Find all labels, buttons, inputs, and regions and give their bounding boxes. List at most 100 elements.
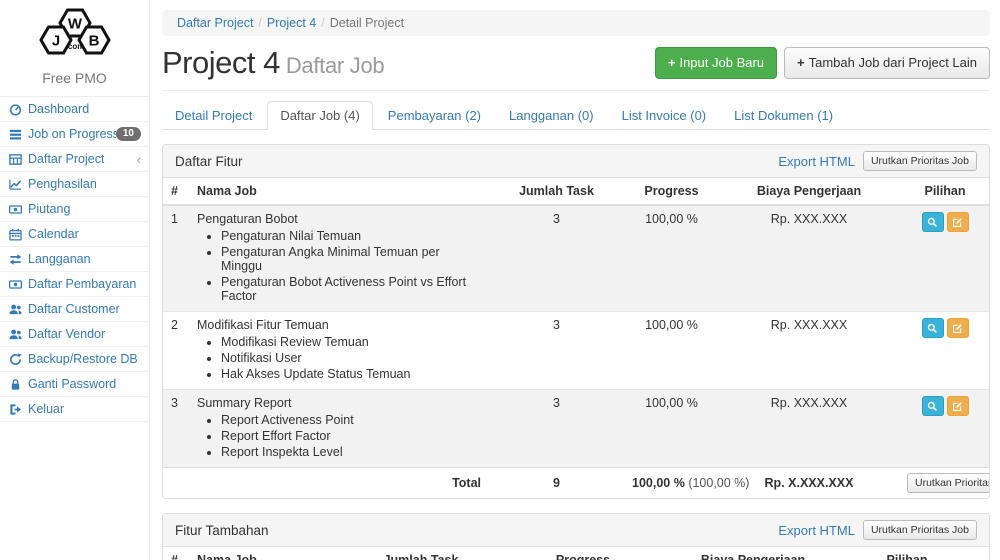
jwb-logo: W J B .com — [0, 0, 149, 64]
subtask-item: Hak Akses Update Status Temuan — [221, 367, 481, 381]
sidebar-item-label: Penghasilan — [28, 177, 97, 191]
sidebar-item-job-on-progress[interactable]: Job on Progress 10 — [0, 122, 149, 147]
jumlah-task-cell: 3 — [489, 390, 624, 468]
tambah-job-dari-project-lain-button[interactable]: +Tambah Job dari Project Lain — [784, 47, 990, 79]
view-job-button[interactable] — [922, 318, 944, 338]
sidebar-item-keluar[interactable]: Keluar — [0, 397, 149, 422]
dashboard-icon — [7, 102, 23, 116]
export-html-link[interactable]: Export HTML — [778, 523, 855, 538]
svg-text:B: B — [88, 33, 99, 50]
edit-job-button[interactable] — [947, 396, 969, 416]
sidebar-item-backup-restore-db[interactable]: Backup/Restore DB — [0, 347, 149, 372]
tab-pembayaran[interactable]: Pembayaran (2) — [375, 101, 494, 130]
sidebar-item-label: Daftar Project — [28, 152, 104, 166]
progress-cell: 100,00 % — [624, 390, 719, 468]
money-icon — [7, 202, 23, 216]
breadcrumb-current: Detail Project — [330, 16, 404, 30]
edit-icon — [952, 323, 963, 334]
sidebar-item-langganan[interactable]: Langganan — [0, 247, 149, 272]
jumlah-task-cell: 3 — [489, 312, 624, 390]
subtask-item: Report Effort Factor — [221, 429, 481, 443]
tab-langganan[interactable]: Langganan (0) — [496, 101, 607, 130]
sidebar-item-label: Keluar — [28, 402, 64, 416]
job-name-cell: Summary Report Report Activeness Point R… — [189, 390, 489, 468]
urutkan-prioritas-job-button[interactable]: Urutkan Prioritas Job — [863, 520, 977, 540]
subtask-item: Pengaturan Angka Minimal Temuan per Ming… — [221, 245, 481, 273]
page-subtitle: Daftar Job — [286, 53, 385, 78]
progress-cell: 100,00 % — [624, 205, 719, 312]
table-header-row: # Nama Job Jumlah Task Progress Biaya Pe… — [163, 178, 990, 205]
svg-text:J: J — [51, 33, 59, 50]
sidebar-item-daftar-pembayaran[interactable]: Daftar Pembayaran — [0, 272, 149, 297]
sidebar-item-label: Daftar Customer — [28, 302, 120, 316]
row-number: 3 — [163, 390, 189, 468]
app-window: W J B .com Free PMO Dashboard Job on Pro… — [0, 0, 1000, 560]
breadcrumb-link-daftar-project[interactable]: Daftar Project — [177, 16, 253, 30]
tab-list-dokumen[interactable]: List Dokumen (1) — [721, 101, 846, 130]
exchange-icon — [7, 252, 23, 266]
sidebar-item-label: Job on Progress — [28, 127, 116, 141]
money-icon — [7, 277, 23, 291]
panel-tools: Export HTML Urutkan Prioritas Job — [778, 520, 977, 540]
urutkan-prioritas-job-button[interactable]: Urutkan Prioritas Job — [907, 473, 990, 493]
col-pilihan: Pilihan — [899, 178, 990, 205]
sidebar-item-label: Dashboard — [28, 102, 89, 116]
breadcrumb-separator: / — [321, 16, 324, 30]
calendar-icon — [7, 227, 23, 241]
panel-tools: Export HTML Urutkan Prioritas Job — [778, 151, 977, 171]
col-pilihan: Pilihan — [823, 547, 990, 560]
col-number: # — [163, 547, 189, 560]
tab-daftar-job[interactable]: Daftar Job (4) — [267, 101, 372, 130]
job-name: Summary Report — [197, 396, 291, 410]
fitur-tambahan-table: # Nama Job Jumlah Task Progress Biaya Pe… — [163, 547, 990, 560]
pilihan-cell — [899, 205, 990, 312]
sidebar-item-dashboard[interactable]: Dashboard — [0, 97, 149, 122]
svg-text:W: W — [67, 16, 82, 33]
table-row: 3 Summary Report Report Activeness Point… — [163, 390, 990, 468]
page-title: Project 4 — [162, 45, 280, 80]
sidebar-item-label: Backup/Restore DB — [28, 352, 138, 366]
sidebar-item-daftar-customer[interactable]: Daftar Customer — [0, 297, 149, 322]
view-job-button[interactable] — [922, 212, 944, 232]
tab-detail-project[interactable]: Detail Project — [162, 101, 265, 130]
header-actions: +Input Job Baru +Tambah Job dari Project… — [655, 47, 990, 79]
panel-fitur-tambahan: Fitur Tambahan Export HTML Urutkan Prior… — [162, 513, 990, 560]
sidebar-nav: Dashboard Job on Progress 10 Daftar Proj… — [0, 96, 149, 422]
sidebar-item-label: Calendar — [28, 227, 79, 241]
sidebar-item-daftar-project[interactable]: Daftar Project ‹ — [0, 147, 149, 172]
jumlah-task-cell: 3 — [489, 205, 624, 312]
tasks-icon — [7, 127, 23, 141]
sidebar-item-label: Daftar Vendor — [28, 327, 105, 341]
plus-icon: + — [668, 55, 676, 70]
row-number: 2 — [163, 312, 189, 390]
brand-name: Free PMO — [0, 70, 149, 86]
sidebar-item-daftar-vendor[interactable]: Daftar Vendor — [0, 322, 149, 347]
progress-cell: 100,00 % — [624, 312, 719, 390]
table-header-row: # Nama Job Jumlah Task Progress Biaya Pe… — [163, 547, 990, 560]
edit-job-button[interactable] — [947, 318, 969, 338]
urutkan-prioritas-job-button[interactable]: Urutkan Prioritas Job — [863, 151, 977, 171]
sidebar: W J B .com Free PMO Dashboard Job on Pro… — [0, 0, 150, 560]
view-job-button[interactable] — [922, 396, 944, 416]
panel-daftar-fitur: Daftar Fitur Export HTML Urutkan Priorit… — [162, 144, 990, 499]
daftar-fitur-table: # Nama Job Jumlah Task Progress Biaya Pe… — [163, 178, 990, 498]
sidebar-item-piutang[interactable]: Piutang — [0, 197, 149, 222]
biaya-cell: Rp. XXX.XXX — [719, 205, 899, 312]
total-progress: 100,00 % (100,00 %) — [624, 468, 719, 499]
row-number: 1 — [163, 205, 189, 312]
table-total-row: Total 9 100,00 % (100,00 %) Rp. X.XXX.XX… — [163, 468, 990, 499]
page-header: Project 4Daftar Job +Input Job Baru +Tam… — [162, 45, 990, 91]
sidebar-item-ganti-password[interactable]: Ganti Password — [0, 372, 149, 397]
edit-job-button[interactable] — [947, 212, 969, 232]
breadcrumb-separator: / — [258, 16, 261, 30]
sidebar-item-penghasilan[interactable]: Penghasilan — [0, 172, 149, 197]
input-job-baru-button[interactable]: +Input Job Baru — [655, 47, 777, 79]
export-html-link[interactable]: Export HTML — [778, 154, 855, 169]
panel-heading: Daftar Fitur Export HTML Urutkan Priorit… — [163, 145, 989, 178]
project-tabs: Detail Project Daftar Job (4) Pembayaran… — [162, 101, 990, 130]
sidebar-item-calendar[interactable]: Calendar — [0, 222, 149, 247]
breadcrumb-link-project-4[interactable]: Project 4 — [267, 16, 316, 30]
tab-list-invoice[interactable]: List Invoice (0) — [609, 101, 720, 130]
sidebar-item-label: Daftar Pembayaran — [28, 277, 136, 291]
panel-title: Daftar Fitur — [175, 154, 243, 169]
